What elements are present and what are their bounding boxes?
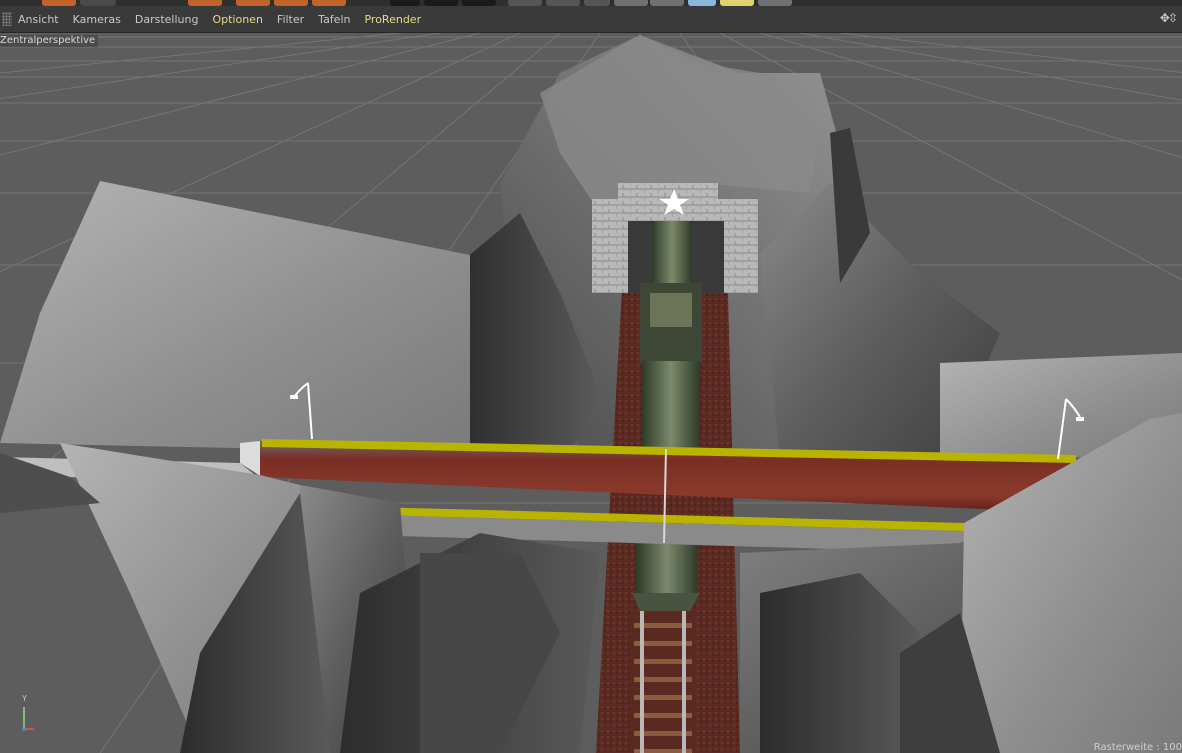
camera-label: Zentralperspektive <box>0 35 99 47</box>
raster-width-label: Rasterweite : 100 <box>1093 742 1182 753</box>
drag-grip-icon[interactable] <box>2 12 12 26</box>
axis-y-label: Y <box>22 694 27 703</box>
viewport-navigation-icon[interactable]: ✥⇳ <box>1160 11 1178 25</box>
menu-kameras[interactable]: Kameras <box>73 13 121 26</box>
menu-ansicht[interactable]: Ansicht <box>18 13 59 26</box>
viewport-menubar: Ansicht Kameras Darstellung Optionen Fil… <box>0 6 1182 33</box>
menu-filter[interactable]: Filter <box>277 13 304 26</box>
3d-viewport[interactable] <box>0 33 1182 753</box>
menu-darstellung[interactable]: Darstellung <box>135 13 199 26</box>
scene-render <box>0 33 1182 753</box>
menu-prorender[interactable]: ProRender <box>364 13 421 26</box>
menu-optionen[interactable]: Optionen <box>212 13 262 26</box>
menu-tafeln[interactable]: Tafeln <box>318 13 350 26</box>
